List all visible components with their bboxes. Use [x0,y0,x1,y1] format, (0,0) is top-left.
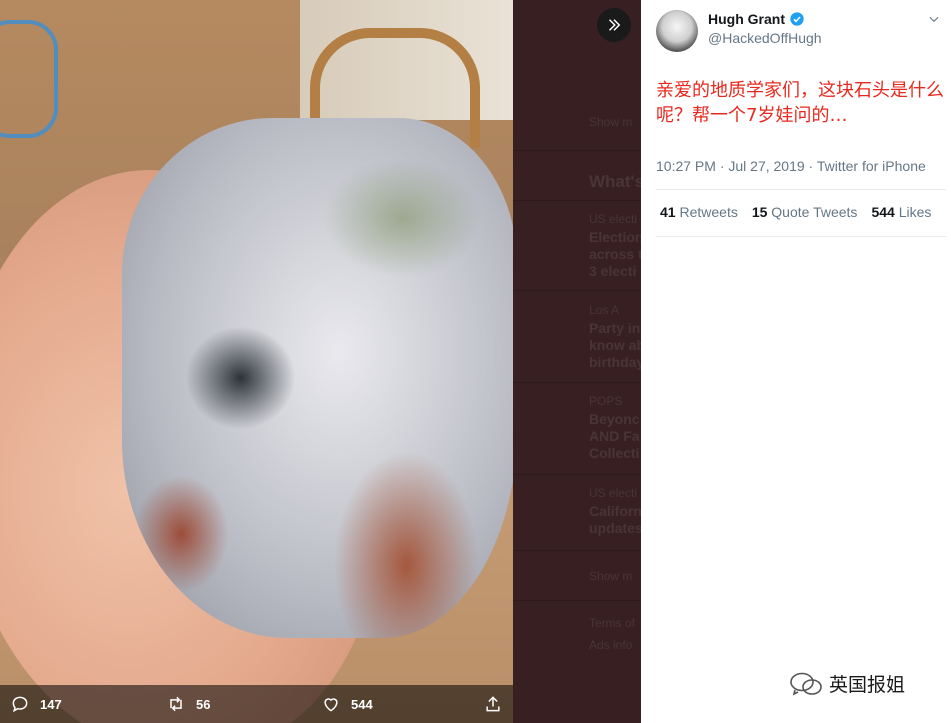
share-icon [486,696,500,712]
trend-line: birthday [589,354,641,370]
author-handle[interactable]: @HackedOffHugh [708,30,822,46]
chevron-down-icon[interactable] [927,12,941,26]
divider [513,382,641,383]
divider [513,474,641,475]
divider [513,290,641,291]
watermark-text: 英国报姐 [829,674,906,696]
divider [656,236,946,237]
retweets-stat[interactable]: 41 Retweets [660,204,738,220]
trend-line: Californ [589,503,641,519]
tweet-stats: 41 Retweets 15 Quote Tweets 544 Likes [660,204,931,220]
like-action[interactable]: 544 [321,694,373,714]
show-more-link: Show m [589,115,633,129]
dimmed-sidebar-background: Show m What's US electi Election across … [513,0,641,723]
trend-line: Election [589,229,641,245]
trend-line: 3 electi [589,263,637,279]
share-action[interactable] [483,694,503,714]
trend-line: Beyonc [589,411,640,427]
show-more-link: Show m [589,569,633,583]
reply-action[interactable]: 147 [10,694,62,714]
retweet-icon [170,696,182,712]
verified-badge-icon [790,12,804,26]
tweet-media-photo[interactable]: 147 56 544 [0,0,513,723]
trend-category: US electi [589,212,638,226]
reply-icon [12,696,28,713]
tweet-timestamp[interactable]: 10:27 PM · Jul 27, 2019 · Twitter for iP… [656,158,926,174]
divider [513,200,641,201]
trend-line: know ab [589,337,641,353]
trend-line: updates [589,520,641,536]
quote-label: Quote Tweets [771,204,858,220]
likes-count: 544 [871,204,895,220]
media-action-bar: 147 56 544 [0,685,513,723]
likes-label: Likes [898,204,932,220]
trend-source: Los A [589,303,620,317]
retweets-label: Retweets [679,204,738,220]
trend-category: US electi [589,486,638,500]
avatar[interactable] [656,10,698,52]
background-blue-object [0,20,58,138]
footer-link: Ads info [589,638,633,652]
trend-line: AND Fa [589,428,640,444]
heart-icon [324,698,338,712]
collapse-panel-button[interactable] [597,8,631,42]
likes-stat[interactable]: 544 Likes [871,204,931,220]
divider [513,150,641,151]
divider [656,189,946,190]
reply-count: 147 [40,696,62,712]
divider [513,600,641,601]
footer-link: Terms of [589,616,636,630]
retweet-count: 56 [196,696,211,712]
tweet-text: 亲爱的地质学家们，这块石头是什么呢？帮一个7岁娃问的… [656,80,944,126]
trend-line: Collecti [589,445,640,461]
quote-tweets-stat[interactable]: 15 Quote Tweets [752,204,858,220]
wechat-icon [790,672,822,695]
whats-happening-header: What's [589,172,641,191]
retweets-count: 41 [660,204,676,220]
divider [513,550,641,551]
quote-count: 15 [751,204,768,220]
watermark: 英国报姐 [789,670,905,697]
rock [122,118,513,638]
like-count: 544 [351,696,373,712]
display-name: Hugh Grant [708,11,785,27]
author-name[interactable]: Hugh Grant [708,11,805,27]
rock-moss-patch [322,158,482,278]
trend-source: POPS [589,394,623,408]
double-chevron-right-icon [608,19,621,31]
tweet-detail-panel: Hugh Grant @HackedOffHugh 亲爱的地质学家们，这块石头是… [641,0,951,723]
retweet-action[interactable]: 56 [166,694,210,714]
trend-line: across t [589,246,641,262]
trend-line: Party in [589,320,641,336]
